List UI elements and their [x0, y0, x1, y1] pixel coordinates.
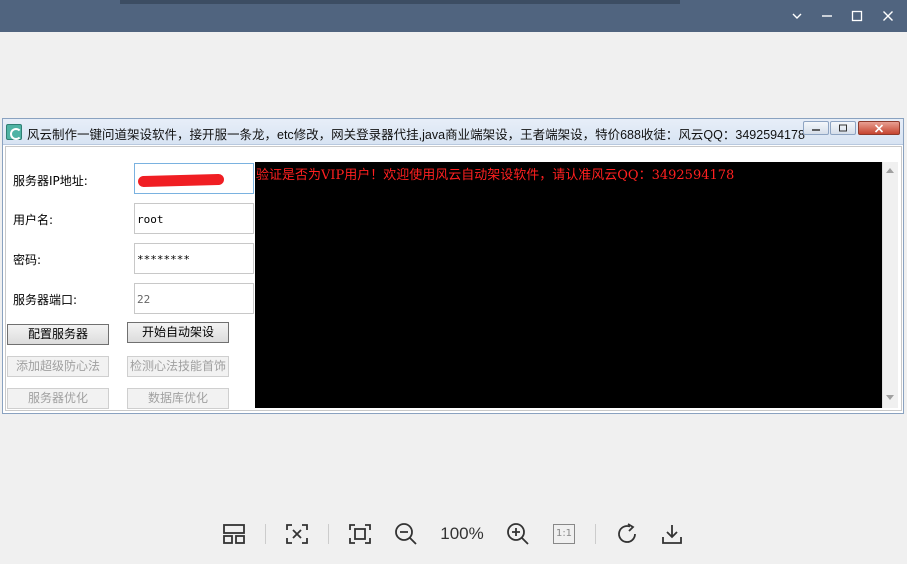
app-maximize-icon[interactable] [830, 121, 856, 135]
toolbar-separator [265, 524, 266, 544]
close-icon[interactable] [877, 6, 899, 28]
username-input[interactable]: root [134, 203, 254, 234]
zoom-in-icon[interactable] [504, 520, 532, 548]
app-minimize-icon[interactable] [803, 121, 829, 135]
app-close-icon[interactable] [858, 121, 900, 135]
optimize-server-button[interactable]: 服务器优化 [7, 388, 109, 409]
ip-label: 服务器IP地址: [13, 174, 88, 188]
layout-icon[interactable] [220, 520, 248, 548]
ip-input[interactable] [134, 163, 254, 194]
minimize-icon[interactable] [816, 6, 838, 28]
download-icon[interactable] [658, 520, 686, 548]
username-label: 用户名: [13, 213, 54, 227]
configure-server-button[interactable]: 配置服务器 [7, 324, 109, 345]
password-label: 密码: [13, 253, 42, 267]
redaction-mark [137, 173, 225, 188]
start-auto-setup-button[interactable]: 开始自动架设 [127, 322, 229, 343]
port-label: 服务器端口: [13, 293, 78, 307]
toolbar-separator [328, 524, 329, 544]
maximize-icon[interactable] [846, 6, 868, 28]
fit-screen-icon[interactable] [283, 520, 311, 548]
console-scrollbar[interactable] [882, 162, 898, 408]
actual-size-icon[interactable]: 1:1 [550, 520, 578, 548]
app-window: 风云制作一键问道架设软件，接开服一条龙，etc修改，网关登录器代挂,java商业… [2, 118, 904, 414]
viewer-top-strip [120, 0, 680, 4]
fullscreen-icon[interactable] [346, 520, 374, 548]
app-titlebar: 风云制作一键问道架设软件，接开服一条龙，etc修改，网关登录器代挂,java商业… [3, 119, 903, 145]
scroll-up-icon[interactable] [886, 168, 894, 173]
console-output[interactable]: 验证是否为VIP用户！欢迎使用风云自动架设软件，请认准风云QQ：34925941… [255, 162, 882, 408]
app-title: 风云制作一键问道架设软件，接开服一条龙，etc修改，网关登录器代挂,java商业… [27, 128, 805, 142]
minimize-icon[interactable] [786, 6, 808, 28]
app-logo-icon [6, 124, 22, 140]
port-input[interactable]: 22 [134, 283, 254, 314]
optimize-database-button[interactable]: 数据库优化 [127, 388, 229, 409]
zoom-level: 100% [440, 524, 484, 543]
toolbar-separator [595, 524, 596, 544]
scroll-down-icon[interactable] [886, 395, 894, 400]
password-input[interactable]: ******** [134, 243, 254, 274]
add-protection-button[interactable]: 添加超级防心法 [7, 356, 109, 377]
app-body: 服务器IP地址: 用户名: root 密码: ******** 服务器端口: 2… [3, 145, 903, 413]
console-message: 验证是否为VIP用户！欢迎使用风云自动架设软件，请认准风云QQ：34925941… [256, 168, 735, 183]
viewer-titlebar [0, 0, 907, 32]
actual-size-label: 1:1 [553, 524, 575, 544]
zoom-out-icon[interactable] [392, 520, 420, 548]
check-skills-button[interactable]: 检测心法技能首饰 [127, 356, 229, 377]
rotate-icon[interactable] [613, 520, 641, 548]
